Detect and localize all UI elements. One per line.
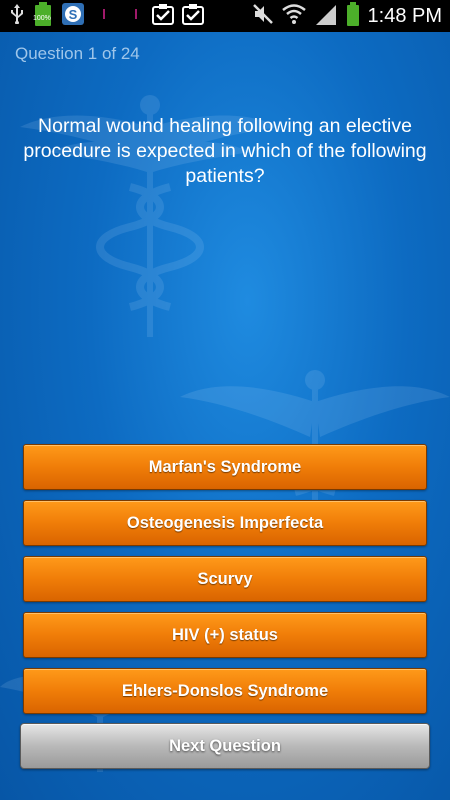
answer-button-4[interactable]: HIV (+) status [23, 612, 427, 658]
answer-button-5[interactable]: Ehlers-Donslos Syndrome [23, 668, 427, 714]
battery-percent-label: 100% [33, 14, 51, 22]
answer-list: Marfan's Syndrome Osteogenesis Imperfect… [23, 444, 427, 724]
signal-icon [314, 3, 338, 30]
question-counter: Question 1 of 24 [15, 44, 140, 63]
answer-button-3[interactable]: Scurvy [23, 556, 427, 602]
answer-button-1[interactable]: Marfan's Syndrome [23, 444, 427, 490]
notification-dot-icon [102, 7, 106, 26]
next-question-button[interactable]: Next Question [20, 723, 430, 769]
battery-icon [346, 1, 360, 31]
wifi-icon [281, 3, 306, 30]
task-check-icon [182, 3, 204, 30]
svg-text:S: S [69, 7, 78, 22]
mute-icon [252, 3, 274, 30]
battery-full-icon: 100% [32, 1, 54, 31]
task-check-icon [152, 3, 174, 30]
quiz-screen: Question 1 of 24 Normal wound healing fo… [0, 32, 450, 800]
answer-button-2[interactable]: Osteogenesis Imperfecta [23, 500, 427, 546]
status-bar: 100% S 1:48 PM [0, 0, 450, 32]
usb-icon [10, 3, 24, 29]
notification-dot-icon [134, 7, 138, 26]
question-text: Normal wound healing following an electi… [23, 115, 427, 187]
app-s-icon: S [62, 2, 84, 30]
clock-time: 1:48 PM [367, 4, 442, 27]
